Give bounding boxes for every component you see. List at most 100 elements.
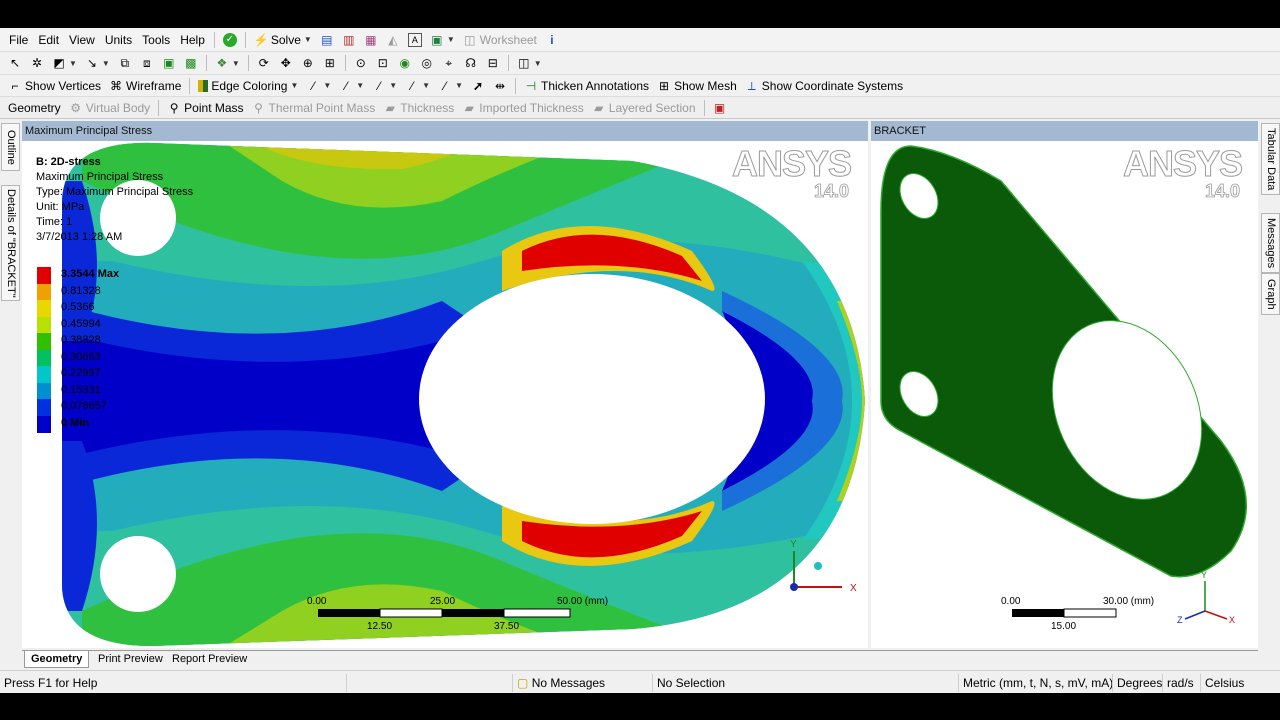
select-vertex-button[interactable]: ◩ ▼ [48, 53, 81, 73]
thickness-button[interactable]: ▰ Thickness [379, 98, 458, 118]
pan-icon: ✥ [280, 56, 291, 70]
select-all-button[interactable]: ▩ [180, 53, 202, 73]
zoom-button[interactable]: ⊕ [297, 53, 319, 73]
menu-units[interactable]: Units [100, 30, 137, 50]
ansys-version: 14.0 [1205, 181, 1241, 202]
chevron-down-icon: ▼ [356, 81, 365, 90]
legend-label: 3.3544 Max [61, 268, 120, 280]
select-face-button[interactable]: ⧉ [114, 53, 136, 73]
menu-bar: File Edit View Units Tools Help ✓ ⚡ Solve… [0, 28, 1280, 52]
thicken-annotations-button[interactable]: ⊣ Thicken Annotations [520, 76, 653, 96]
extend-selection-button[interactable]: ▣ [158, 53, 180, 73]
tab-report-preview[interactable]: Report Preview [166, 651, 253, 667]
legend-swatch [37, 399, 51, 416]
status-units[interactable]: Metric (mm, t, N, s, mV, mA) [958, 674, 1113, 692]
svg-text:Y: Y [1201, 570, 1207, 580]
check-button[interactable]: ✓ [219, 30, 241, 50]
show-vertices-button[interactable]: ⌐ Show Vertices [4, 76, 105, 96]
cursor-icon: ↖ [9, 56, 21, 70]
show-vertices-label: Show Vertices [25, 78, 102, 93]
main-graphics-view[interactable]: Maximum Principal Stress Y X B: 2D-stres… [22, 121, 868, 648]
thermal-point-mass-button[interactable]: ⚲ Thermal Point Mass [248, 98, 380, 118]
probe-button[interactable]: ◭ [382, 30, 404, 50]
previous-view-button[interactable]: ◉ [394, 53, 416, 73]
edge-direction-button[interactable]: ⇹ [489, 76, 511, 96]
viewports-button[interactable]: ◫ ▼ [513, 53, 546, 73]
delete-button[interactable]: ▣ [709, 98, 731, 118]
tab-tabular-data[interactable]: Tabular Data [1261, 123, 1280, 195]
legend-label: 0.38328 [61, 334, 101, 346]
named-selection-button[interactable]: ❖ ▼ [211, 53, 244, 73]
menu-tools[interactable]: Tools [137, 30, 175, 50]
virtual-body-button[interactable]: ⚙ Virtual Body [65, 98, 154, 118]
analysis-icon: ▤ [321, 32, 333, 47]
status-bar: Press F1 for Help ▢ No Messages No Selec… [0, 670, 1280, 693]
info-button[interactable]: i [541, 30, 563, 50]
show-coordinate-systems-button[interactable]: ⟂ Show Coordinate Systems [741, 76, 907, 96]
imported-thickness-button[interactable]: ▰ Imported Thickness [458, 98, 588, 118]
worksheet-button[interactable]: ◫ Worksheet [459, 30, 541, 50]
magnifier-button[interactable]: ⊡ [372, 53, 394, 73]
tab-messages[interactable]: Messages [1261, 213, 1280, 273]
menu-help[interactable]: Help [175, 30, 210, 50]
tab-geometry[interactable]: Geometry [24, 651, 90, 668]
select-edge-button[interactable]: ↘ ▼ [81, 53, 114, 73]
toolbar-separator [344, 55, 346, 71]
toolbar-separator [514, 77, 516, 94]
select-type-button[interactable]: ✲ [26, 53, 48, 73]
menu-edit[interactable]: Edit [33, 30, 64, 50]
edge-style-3-button[interactable]: ⁄ ▼ [368, 76, 401, 96]
wireframe-button[interactable]: ⌘ Wireframe [105, 76, 185, 96]
edge-style-2-button[interactable]: ⁄ ▼ [335, 76, 368, 96]
new-analysis-button[interactable]: ▤ [316, 30, 338, 50]
status-angle[interactable]: Degrees [1112, 674, 1162, 692]
report-button[interactable]: ▦ [360, 30, 382, 50]
menu-file[interactable]: File [4, 30, 33, 50]
tab-details[interactable]: Details of "BRACKET" [1, 185, 20, 301]
bracket-geometry-view[interactable]: BRACKET Y X Z ANSYS 14.0 0.00 30.00 (mm)… [871, 121, 1258, 648]
tab-graph[interactable]: Graph [1261, 273, 1280, 315]
edge-style-1-button[interactable]: ⁄ ▼ [302, 76, 335, 96]
next-view-button[interactable]: ◎ [416, 53, 438, 73]
iso-view-button[interactable]: ⌖ [438, 53, 460, 73]
edge-thick-button[interactable]: ➚ [467, 76, 489, 96]
chevron-down-icon: ▼ [101, 58, 110, 68]
set-view-button[interactable]: ☊ [460, 53, 482, 73]
scale-bar [1012, 608, 1117, 618]
edge-style-4-button[interactable]: ⁄ ▼ [401, 76, 434, 96]
pan-button[interactable]: ✥ [275, 53, 297, 73]
image-button[interactable]: ▣ ▼ [426, 30, 459, 50]
annotation-button[interactable]: A [404, 30, 426, 50]
select-mode-button[interactable]: ↖ [4, 53, 26, 73]
previous-view-icon: ◉ [399, 56, 410, 70]
show-mesh-button[interactable]: ⊞ Show Mesh [653, 76, 741, 96]
solve-label: Solve [270, 32, 301, 47]
zoom-box-button[interactable]: ⊞ [319, 53, 341, 73]
toolbar-separator [158, 99, 160, 116]
solve-button[interactable]: ⚡ Solve ▼ [250, 30, 316, 50]
chevron-down-icon: ▼ [446, 35, 455, 44]
tab-outline[interactable]: Outline [1, 123, 20, 171]
layered-section-button[interactable]: ▰ Layered Section [588, 98, 700, 118]
zoom-fit-button[interactable]: ⊙ [350, 53, 372, 73]
edge-style-5-button[interactable]: ⁄ ▼ [434, 76, 467, 96]
status-rotation[interactable]: rad/s [1162, 674, 1194, 692]
point-mass-button[interactable]: ⚲ Point Mass [163, 98, 247, 118]
menu-view[interactable]: View [64, 30, 100, 50]
chart-button[interactable]: ▥ [338, 30, 360, 50]
delete-icon: ▣ [713, 100, 726, 115]
tab-print-preview[interactable]: Print Preview [92, 651, 169, 667]
status-temperature[interactable]: Celsius [1200, 674, 1244, 692]
thick-edge-icon: ➚ [472, 78, 484, 93]
select-body-button[interactable]: ⧈ [136, 53, 158, 73]
status-messages[interactable]: ▢ No Messages [512, 674, 651, 692]
edge-coloring-button[interactable]: Edge Coloring ▼ [194, 76, 302, 96]
rotate-button[interactable]: ⟳ [253, 53, 275, 73]
mesh-icon: ⊞ [659, 78, 670, 93]
lock-button[interactable]: ⊟ [482, 53, 504, 73]
svg-text:X: X [850, 583, 857, 594]
legend-label: 0.5366 [61, 301, 95, 313]
messages-icon: ▢ [517, 676, 529, 690]
zoom-icon: ⊕ [302, 56, 313, 70]
result-info-line: Unit: MPa [36, 201, 85, 213]
